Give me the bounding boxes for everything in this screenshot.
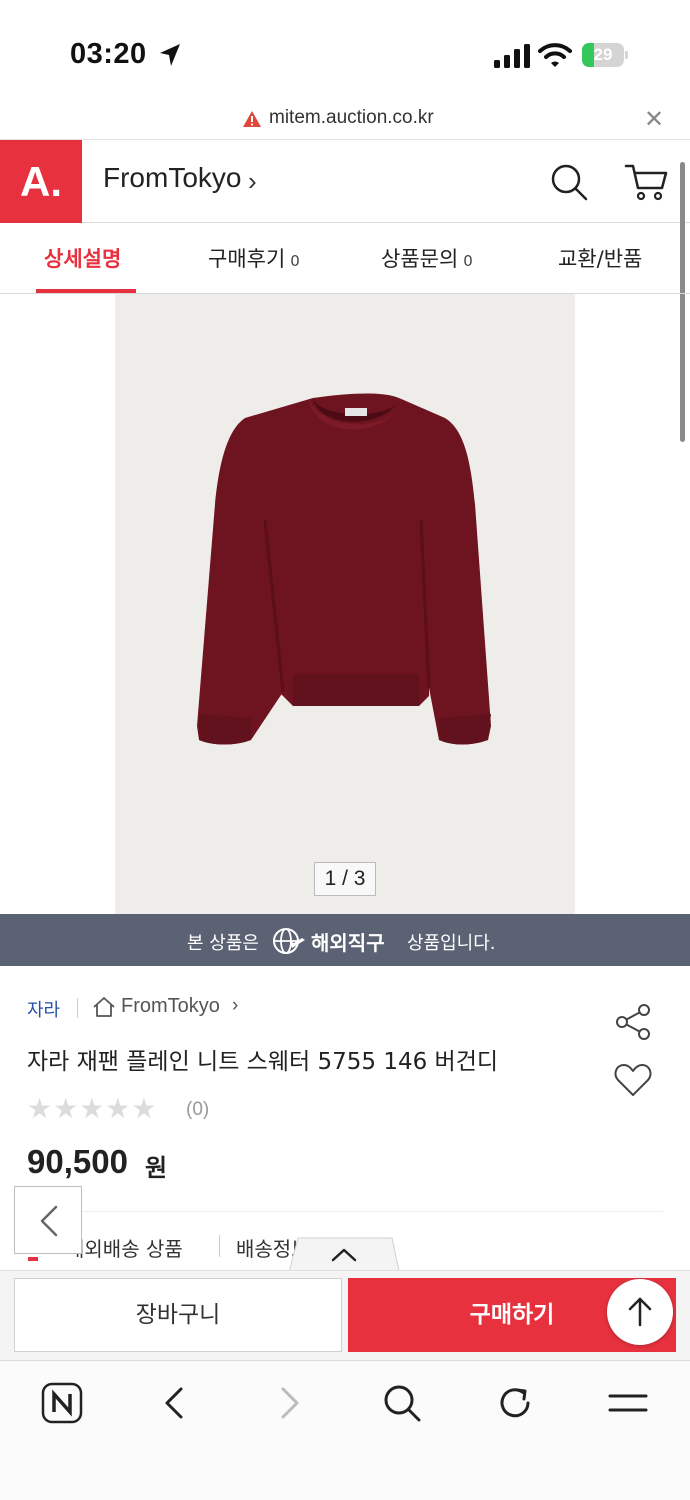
location-arrow-icon bbox=[160, 44, 180, 66]
tab-qna[interactable]: 상품문의 0 bbox=[381, 243, 473, 273]
status-bar: 03:20 29 bbox=[0, 0, 690, 100]
cellular-signal-icon bbox=[494, 44, 530, 68]
battery-icon: 29 bbox=[582, 43, 628, 67]
tab-count: 0 bbox=[463, 252, 473, 270]
tab-label: 교환/반품 bbox=[558, 247, 643, 271]
scroll-indicator[interactable] bbox=[680, 162, 685, 442]
url-domain[interactable]: mitem.auction.co.kr bbox=[269, 107, 434, 129]
wifi-icon bbox=[538, 43, 572, 67]
menu-icon[interactable] bbox=[606, 1381, 650, 1425]
product-image-gallery[interactable] bbox=[115, 294, 575, 914]
add-to-cart-button[interactable]: 장바구니 bbox=[14, 1278, 342, 1352]
close-icon[interactable]: ✕ bbox=[644, 108, 664, 132]
globe-plane-icon bbox=[273, 928, 305, 954]
naver-icon[interactable] bbox=[40, 1381, 84, 1425]
tab-label: 상세설명 bbox=[44, 247, 122, 271]
shipping-marker bbox=[28, 1257, 38, 1261]
product-image bbox=[197, 393, 491, 745]
banner-prefix: 본 상품은 bbox=[187, 933, 259, 954]
home-icon bbox=[93, 997, 115, 1017]
tab-count: 0 bbox=[290, 252, 300, 270]
chevron-right-icon: › bbox=[232, 995, 239, 1016]
tab-label: 구매후기 bbox=[208, 247, 286, 271]
overseas-banner: 본 상품은 해외직구 상품입니다. bbox=[0, 914, 690, 966]
active-tab-indicator bbox=[36, 289, 136, 293]
image-counter: 1 / 3 bbox=[314, 862, 376, 896]
chevron-left-icon bbox=[40, 1205, 58, 1237]
tab-detail[interactable]: 상세설명 bbox=[44, 243, 121, 273]
banner-suffix: 상품입니다. bbox=[407, 933, 496, 954]
tab-return[interactable]: 교환/반품 bbox=[558, 243, 642, 273]
tab-label: 상품문의 bbox=[381, 247, 459, 271]
search-icon[interactable] bbox=[549, 162, 589, 202]
purchase-action-bar: 장바구니 구매하기 bbox=[0, 1270, 690, 1360]
seller-link[interactable]: FromTokyo bbox=[121, 995, 220, 1018]
detail-tabs: 상세설명 구매후기 0 상품문의 0 교환/반품 bbox=[0, 223, 690, 294]
tab-reviews[interactable]: 구매후기 0 bbox=[208, 243, 300, 273]
scroll-to-top-button[interactable] bbox=[607, 1279, 673, 1345]
heart-icon[interactable] bbox=[614, 1062, 652, 1098]
status-time: 03:20 bbox=[70, 38, 147, 70]
shipping-tag: 해외배송 상품 bbox=[66, 1237, 183, 1261]
share-icon[interactable] bbox=[613, 1002, 653, 1042]
rating-stars: ★★★★★ bbox=[27, 1092, 158, 1125]
chevron-right-icon: › bbox=[248, 166, 257, 196]
back-button[interactable] bbox=[14, 1186, 82, 1254]
reload-icon[interactable] bbox=[493, 1381, 537, 1425]
price-unit: 원 bbox=[145, 1154, 168, 1182]
arrow-up-icon bbox=[628, 1297, 652, 1327]
battery-label: 29 bbox=[593, 45, 613, 64]
banner-highlight: 해외직구 bbox=[311, 931, 385, 955]
brand-link[interactable]: 자라 bbox=[27, 996, 60, 1022]
divider bbox=[77, 998, 78, 1018]
site-header: A. FromTokyo › bbox=[0, 140, 690, 223]
warning-icon bbox=[243, 111, 261, 127]
url-bar[interactable]: mitem.auction.co.kr ✕ bbox=[0, 100, 690, 140]
store-link[interactable]: FromTokyo bbox=[103, 162, 241, 194]
cart-icon[interactable] bbox=[624, 162, 668, 202]
divider bbox=[27, 1211, 663, 1212]
search-icon[interactable] bbox=[380, 1381, 424, 1425]
divider bbox=[219, 1235, 220, 1257]
product-title: 자라 재팬 플레인 니트 스웨터 5755 146 버건디 bbox=[27, 1049, 499, 1075]
product-price: 90,500 bbox=[27, 1143, 128, 1180]
browser-toolbar bbox=[0, 1360, 690, 1500]
forward-icon bbox=[281, 1387, 299, 1419]
auction-logo[interactable]: A. bbox=[0, 140, 82, 223]
back-icon[interactable] bbox=[153, 1381, 197, 1425]
rating-count[interactable]: (0) bbox=[186, 1099, 209, 1121]
